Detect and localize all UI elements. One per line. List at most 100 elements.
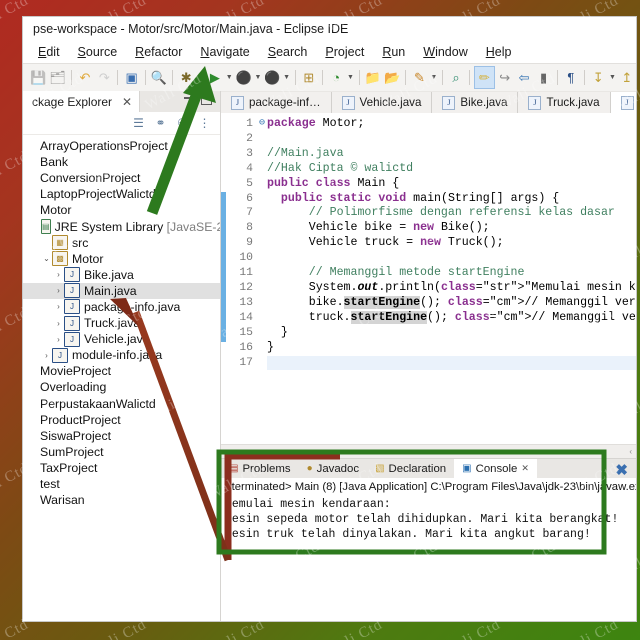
chevron-down-icon[interactable]: ▼ — [254, 74, 262, 81]
open-task-icon[interactable]: 📂 — [383, 67, 401, 88]
tree-item[interactable]: › J Bike.java — [23, 267, 220, 283]
menu-item-help[interactable]: Help — [477, 45, 521, 59]
tree-item[interactable]: ▦ src — [23, 235, 220, 251]
last-edit-icon[interactable]: ✏ — [474, 66, 495, 89]
tree-item[interactable]: ▤JRE System Library [JavaSE-23] — [23, 218, 220, 235]
console-tab-problems[interactable]: ▤ Problems — [221, 459, 299, 478]
save-icon[interactable]: 💾 — [29, 67, 47, 88]
tree-item[interactable]: › J Vehicle.java — [23, 331, 220, 347]
coverage-icon[interactable]: ⚫ — [263, 67, 281, 88]
fold-marker[interactable]: ⊖ — [257, 117, 267, 132]
console-tab-console[interactable]: ▣ Console ✕ — [454, 459, 537, 478]
menu-item-source[interactable]: Source — [69, 45, 127, 59]
editor-tab-vehiclejava[interactable]: J Vehicle.java — [331, 92, 433, 113]
menu-item-run[interactable]: Run — [373, 45, 414, 59]
expand-chevron-icon[interactable]: › — [53, 335, 64, 344]
new-java-project-icon[interactable]: ⊞ — [300, 67, 318, 88]
prev-annotation-icon[interactable]: ⇦ — [515, 67, 533, 88]
tree-item[interactable]: ArrayOperationsProject — [23, 138, 220, 154]
menu-item-project[interactable]: Project — [316, 45, 373, 59]
tree-item[interactable]: Motor — [23, 202, 220, 218]
search-icon[interactable]: 🔍 — [150, 67, 168, 88]
new-class-icon[interactable]: ✎ — [410, 67, 428, 88]
chevron-down-icon[interactable]: ▼ — [346, 74, 354, 81]
tree-item[interactable]: Bank — [23, 154, 220, 170]
scroll-left-icon[interactable]: ‹ — [629, 447, 632, 456]
chevron-down-icon[interactable]: ▼ — [196, 74, 204, 81]
pin-down-icon[interactable]: ↧ — [589, 67, 607, 88]
debug-icon[interactable]: ✱ — [177, 67, 195, 88]
tree-item-label: Warisan — [40, 493, 85, 508]
tree-item[interactable]: SiswaProject — [23, 428, 220, 444]
view-menu-filters-icon[interactable]: ⚇ — [174, 115, 191, 131]
menu-item-navigate[interactable]: Navigate — [191, 45, 258, 59]
chevron-down-icon[interactable]: ▼ — [430, 74, 438, 81]
close-icon[interactable]: ✕ — [122, 95, 132, 109]
tree-item[interactable]: test — [23, 476, 220, 492]
tree-item[interactable]: › J Truck.java — [23, 315, 220, 331]
menu-item-edit[interactable]: Edit — [29, 45, 69, 59]
tree-item[interactable]: ProductProject — [23, 412, 220, 428]
pin-up-icon[interactable]: ↥ — [618, 67, 636, 88]
console-tab-declaration[interactable]: ▧ Declaration — [367, 459, 454, 478]
expand-chevron-icon[interactable]: › — [53, 302, 64, 311]
run-external-tools-icon[interactable]: ⚫ — [234, 67, 252, 88]
toggle-mark-icon[interactable]: ▮ — [534, 67, 552, 88]
tree-item[interactable]: ConversionProject — [23, 170, 220, 186]
expand-chevron-icon[interactable]: › — [53, 270, 64, 279]
editor-tab-truckjava[interactable]: J Truck.java — [518, 92, 611, 113]
print-icon[interactable]: ▣ — [122, 67, 140, 88]
source-code-text[interactable]: package Motor; //Main.java//Hak Cipta © … — [267, 113, 636, 444]
redo-icon[interactable]: ↷ — [95, 67, 113, 88]
editor-tab-active[interactable]: J — [610, 92, 636, 113]
new-icon[interactable]: ◔ — [327, 67, 345, 88]
expand-chevron-icon[interactable]: ⌄ — [41, 254, 52, 263]
view-menu-icon[interactable]: ⋮ — [196, 115, 213, 131]
editor-horizontal-scrollbar[interactable]: ‹ — [221, 444, 636, 458]
close-icon[interactable]: ✕ — [521, 463, 529, 474]
tree-item[interactable]: TaxProject — [23, 460, 220, 476]
expand-chevron-icon[interactable]: › — [41, 351, 52, 360]
tab-package-explorer[interactable]: ckage Explorer ✕ — [23, 91, 141, 112]
editor-tab-bikejava[interactable]: J Bike.java — [432, 92, 519, 113]
run-icon[interactable]: ▶ — [206, 67, 224, 88]
menu-item-window[interactable]: Window — [414, 45, 476, 59]
code-line: bike.startEngine(); class="cm">// Memang… — [267, 295, 636, 309]
tree-item[interactable]: PerpustakaanWalictd — [23, 396, 220, 412]
console-tab-javadoc[interactable]: ● Javadoc — [299, 459, 367, 478]
save-all-icon[interactable]: 🗂 — [48, 67, 66, 88]
editor-tab-packageinf[interactable]: Jpackage-inf… — [221, 92, 332, 113]
close-console-icon[interactable]: ✖ — [615, 461, 628, 479]
tree-item[interactable]: MovieProject — [23, 363, 220, 379]
console-tab-label: Javadoc — [316, 462, 360, 475]
expand-chevron-icon[interactable]: › — [53, 319, 64, 328]
tree-item[interactable]: › Jmodule-info.java — [23, 347, 220, 363]
expand-chevron-icon[interactable]: › — [53, 286, 64, 295]
tree-item[interactable]: › Jpackage-info.java — [23, 299, 220, 315]
maximize-view-icon[interactable] — [201, 95, 212, 105]
line-number: 10 — [239, 252, 253, 265]
code-editor[interactable]: 1 2 3 4 5 6 7 8 9 10 11 12 13 14 15 16 17 ⊖ package Moto… — [221, 113, 636, 444]
menu-item-search[interactable]: Search — [259, 45, 317, 59]
tree-item[interactable]: ⌄ ▩ Motor — [23, 251, 220, 267]
menu-item-refactor[interactable]: Refactor — [126, 45, 191, 59]
tree-item[interactable]: › J Main.java — [23, 282, 220, 299]
folding-ruler[interactable]: ⊖ — [257, 113, 267, 444]
link-with-editor-icon[interactable]: ⚭ — [152, 115, 169, 131]
tree-item[interactable]: LaptopProjectWalictd — [23, 186, 220, 202]
tree-item-label: ProductProject — [40, 412, 121, 427]
chevron-down-icon[interactable]: ▼ — [282, 74, 290, 81]
collapse-all-icon[interactable]: ☰ — [130, 115, 147, 131]
minimize-view-icon[interactable] — [184, 97, 194, 99]
next-annotation-icon[interactable]: ↪ — [496, 67, 514, 88]
tree-item[interactable]: Overloading — [23, 379, 220, 395]
tree-item[interactable]: SumProject — [23, 444, 220, 460]
tree-item[interactable]: Warisan — [23, 492, 220, 508]
line-number: 15 — [239, 326, 253, 339]
chevron-down-icon[interactable]: ▼ — [608, 74, 616, 81]
undo-icon[interactable]: ↶ — [76, 67, 94, 88]
search-type-icon[interactable]: ⌕ — [447, 67, 465, 88]
chevron-down-icon[interactable]: ▼ — [225, 74, 233, 81]
open-type-icon[interactable]: 📁 — [364, 67, 382, 88]
paragraph-icon[interactable]: ¶ — [562, 67, 580, 88]
